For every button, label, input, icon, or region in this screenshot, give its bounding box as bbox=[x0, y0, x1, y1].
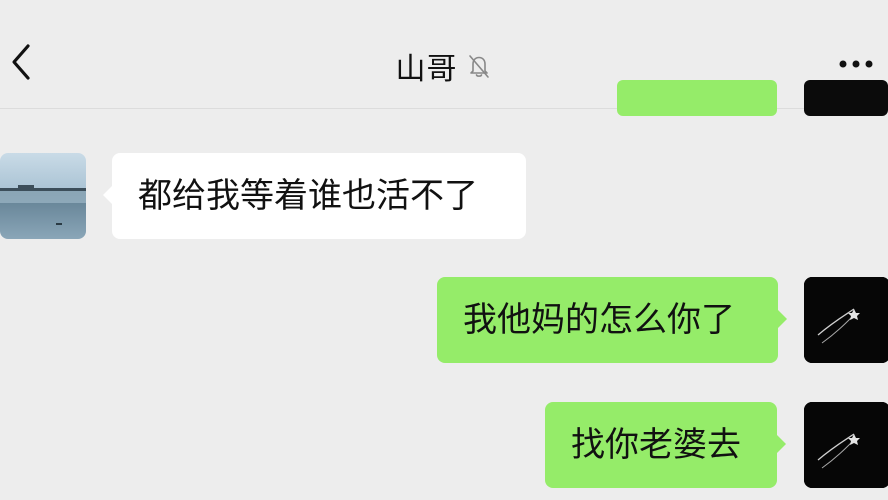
dark-star-avatar bbox=[804, 402, 888, 488]
contact-avatar[interactable] bbox=[0, 153, 86, 239]
message-bubble[interactable]: 我他妈的怎么你了 bbox=[437, 277, 787, 363]
user-avatar[interactable] bbox=[804, 402, 888, 488]
previous-message-avatar bbox=[804, 80, 888, 116]
user-avatar[interactable] bbox=[804, 277, 888, 363]
dark-star-avatar bbox=[804, 277, 888, 363]
title-area: 山哥 bbox=[0, 44, 888, 87]
bell-off-icon bbox=[468, 55, 489, 78]
landscape-lake-avatar bbox=[0, 153, 86, 239]
message-bubble[interactable]: 找你老婆去 bbox=[545, 402, 786, 488]
previous-message-bubble bbox=[617, 80, 777, 116]
more-dots-icon[interactable] bbox=[836, 52, 876, 76]
message-bubble[interactable]: 都给我等着谁也活不了 bbox=[103, 153, 526, 239]
chat-title[interactable]: 山哥 bbox=[395, 52, 457, 87]
